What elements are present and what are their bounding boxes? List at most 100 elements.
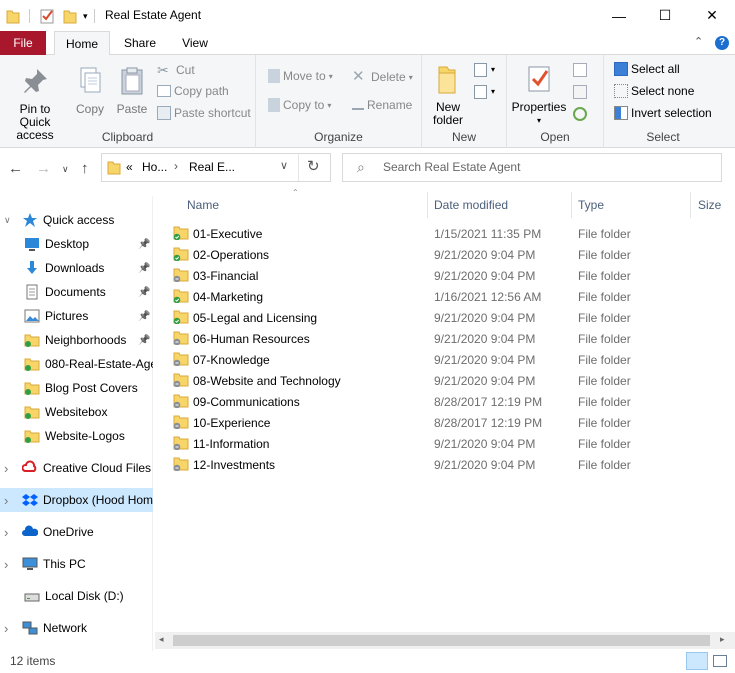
- details-view-icon[interactable]: [686, 652, 708, 670]
- easy-access-button[interactable]: ▾: [474, 85, 498, 103]
- invert-selection-button[interactable]: Invert selection: [614, 106, 712, 120]
- easy-access-icon: [474, 85, 487, 99]
- nav-item-pictures[interactable]: Pictures 📌: [0, 304, 153, 328]
- file-row[interactable]: 09-Communications 8/28/2017 12:19 PM File …: [171, 392, 731, 413]
- maximize-button[interactable]: ☐: [642, 0, 688, 31]
- nav-item-website-logos[interactable]: Website-Logos: [0, 424, 153, 448]
- customize-qat-icon[interactable]: ▾: [83, 11, 88, 22]
- scroll-left-icon[interactable]: ◂: [159, 634, 164, 645]
- file-row[interactable]: 06-Human Resources 9/21/2020 9:04 PM File …: [171, 329, 731, 350]
- delete-button[interactable]: ✕ Delete ▾: [352, 69, 413, 85]
- properties-icon[interactable]: [39, 8, 55, 24]
- tab-file[interactable]: File: [0, 31, 46, 55]
- file-row[interactable]: 03-Financial 9/21/2020 9:04 PM File folder: [171, 266, 731, 287]
- up-icon[interactable]: ↑: [81, 160, 89, 177]
- paste-shortcut-button[interactable]: Paste shortcut: [157, 106, 251, 120]
- folder-icon: [24, 380, 40, 396]
- nav-item-local-disk-d[interactable]: Local Disk (D:): [0, 584, 153, 608]
- copy-button[interactable]: Copy: [70, 65, 110, 116]
- file-row[interactable]: 08-Website and Technology 9/21/2020 9:04 …: [171, 371, 731, 392]
- nav-item-desktop[interactable]: Desktop 📌: [0, 232, 153, 256]
- minimize-button[interactable]: —: [596, 0, 642, 31]
- file-row[interactable]: 10-Experience 8/28/2017 12:19 PM File fold…: [171, 413, 731, 434]
- column-size[interactable]: Size: [698, 192, 721, 218]
- nav-item-label: 080-Real-Estate-Age: [45, 357, 153, 371]
- title-bar: ▾ Real Estate Agent — ☐ ✕: [0, 0, 735, 31]
- tab-share[interactable]: Share: [117, 31, 163, 55]
- help-icon[interactable]: ?: [715, 36, 729, 50]
- select-all-label: Select all: [631, 62, 680, 76]
- nav-item-080-real-estate-age[interactable]: 080-Real-Estate-Age: [0, 352, 153, 376]
- breadcrumb-overflow[interactable]: «: [126, 160, 133, 174]
- nav-item-websitebox[interactable]: Websitebox: [0, 400, 153, 424]
- file-row[interactable]: 04-Marketing 1/16/2021 12:56 AM File folde…: [171, 287, 731, 308]
- refresh-icon[interactable]: ↻: [307, 157, 320, 175]
- new-group-label: New: [451, 130, 476, 144]
- collapse-chevron-icon[interactable]: ›: [4, 621, 14, 636]
- nav-item-dropbox-hood-hom[interactable]: › Dropbox (Hood Hom: [0, 488, 153, 512]
- new-folder-button[interactable]: New folder: [428, 63, 468, 127]
- column-date-modified[interactable]: Date modified: [434, 192, 508, 218]
- file-row[interactable]: 12-Investments 9/21/2020 9:04 PM File fold…: [171, 455, 731, 476]
- nav-item-blog-post-covers[interactable]: Blog Post Covers: [0, 376, 153, 400]
- collapse-chevron-icon[interactable]: ›: [4, 557, 14, 572]
- open-icon[interactable]: [573, 63, 587, 77]
- collapse-ribbon-icon[interactable]: ⌃: [694, 35, 703, 48]
- new-folder-icon[interactable]: [63, 8, 77, 24]
- nav-item-network[interactable]: › Network: [0, 616, 153, 640]
- edit-icon[interactable]: [573, 85, 587, 99]
- recent-locations-icon[interactable]: ∨: [62, 164, 69, 175]
- copy-path-button[interactable]: Copy path: [157, 84, 229, 98]
- ribbon-tabs: File Home Share View ⌃ ?: [0, 31, 735, 56]
- nav-item-onedrive[interactable]: › OneDrive: [0, 520, 153, 544]
- tab-home[interactable]: Home: [54, 31, 110, 56]
- file-row[interactable]: 05-Legal and Licensing 9/21/2020 9:04 PM F…: [171, 308, 731, 329]
- copy-to-button[interactable]: Copy to ▾: [268, 98, 331, 112]
- address-dropdown-icon[interactable]: ∨: [280, 159, 288, 172]
- expand-chevron-icon[interactable]: ∨: [4, 215, 14, 226]
- folder-icon: [107, 161, 121, 175]
- file-row[interactable]: 02-Operations 9/21/2020 9:04 PM File folde…: [171, 245, 731, 266]
- nav-item-downloads[interactable]: Downloads 📌: [0, 256, 153, 280]
- search-box[interactable]: ⌕ Search Real Estate Agent: [342, 153, 722, 182]
- rename-button[interactable]: Rename: [352, 98, 412, 112]
- cut-button[interactable]: ✂ Cut: [157, 62, 195, 78]
- scroll-right-icon[interactable]: ▸: [720, 634, 725, 645]
- horizontal-scrollbar[interactable]: ◂ ▸: [155, 632, 735, 649]
- breadcrumb-real-estate[interactable]: Real E...: [189, 160, 235, 174]
- column-type[interactable]: Type: [578, 192, 604, 218]
- breadcrumb-home[interactable]: Ho...: [142, 160, 167, 174]
- move-to-button[interactable]: Move to ▾: [268, 69, 333, 83]
- collapse-chevron-icon[interactable]: ›: [4, 461, 14, 476]
- large-icons-view-icon[interactable]: [713, 655, 727, 667]
- paste-button[interactable]: Paste: [112, 65, 152, 116]
- nav-item-creative-cloud-files[interactable]: › Creative Cloud Files: [0, 456, 153, 480]
- tab-view[interactable]: View: [170, 31, 220, 55]
- history-icon[interactable]: [573, 107, 587, 121]
- close-button[interactable]: ✕: [689, 0, 735, 31]
- nav-item-quick-access[interactable]: ∨ Quick access: [0, 208, 153, 232]
- file-date: 9/21/2020 9:04 PM: [434, 437, 536, 451]
- select-none-button[interactable]: Select none: [614, 84, 694, 98]
- file-row[interactable]: 01-Executive 1/15/2021 11:35 PM File folde…: [171, 224, 731, 245]
- address-bar[interactable]: « Ho... › Real E... ∨ ↻: [101, 153, 331, 182]
- invert-selection-label: Invert selection: [631, 106, 712, 120]
- new-item-button[interactable]: ▾: [474, 63, 498, 81]
- collapse-chevron-icon[interactable]: ›: [4, 493, 14, 508]
- properties-button[interactable]: Properties ▾: [511, 63, 567, 127]
- folder-icon[interactable]: [6, 8, 20, 24]
- file-name: 09-Communications: [193, 395, 300, 409]
- forward-icon[interactable]: →: [36, 160, 51, 177]
- back-icon[interactable]: ←: [8, 160, 23, 177]
- properties-icon: [528, 66, 550, 92]
- scrollbar-thumb[interactable]: [173, 635, 710, 646]
- quick-access-toolbar: ▾: [6, 7, 95, 25]
- file-row[interactable]: 07-Knowledge 9/21/2020 9:04 PM File folder: [171, 350, 731, 371]
- column-name[interactable]: Name: [187, 192, 219, 218]
- select-all-button[interactable]: Select all: [614, 62, 680, 76]
- nav-item-neighborhoods[interactable]: Neighborhoods 📌: [0, 328, 153, 352]
- nav-item-documents[interactable]: Documents 📌: [0, 280, 153, 304]
- collapse-chevron-icon[interactable]: ›: [4, 525, 14, 540]
- file-row[interactable]: 11-Information 9/21/2020 9:04 PM File fold…: [171, 434, 731, 455]
- nav-item-this-pc[interactable]: › This PC: [0, 552, 153, 576]
